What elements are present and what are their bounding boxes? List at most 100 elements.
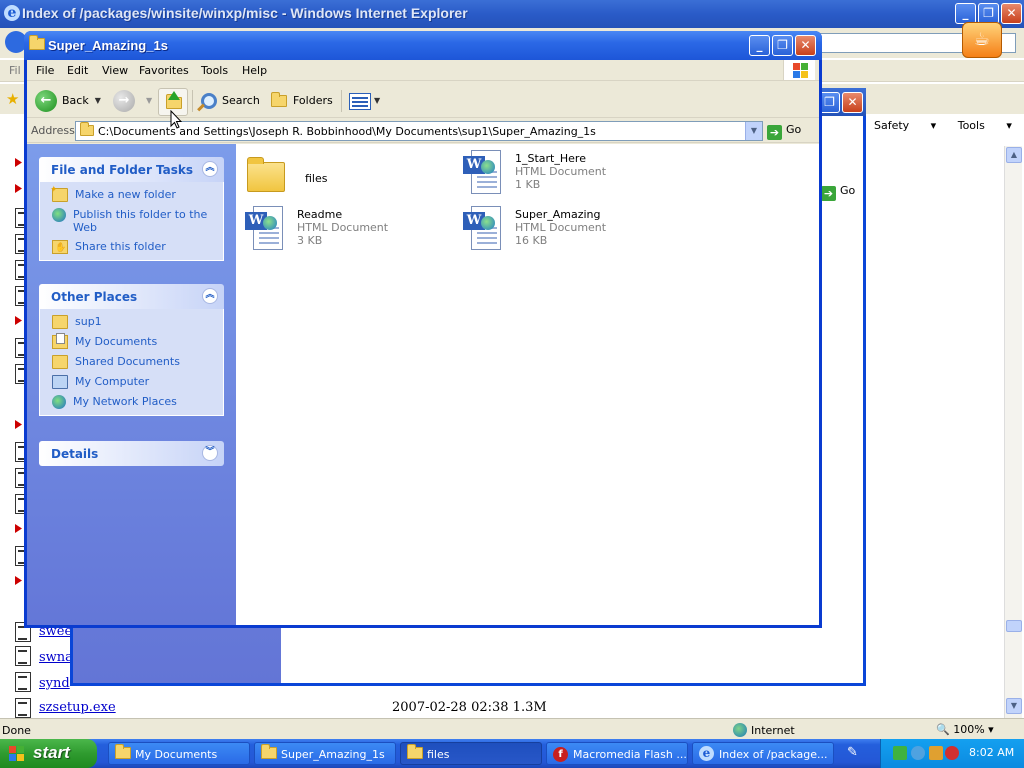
go-button[interactable]: ➔ Go <box>767 123 801 140</box>
place-my-network-places[interactable]: My Network Places <box>52 395 215 409</box>
start-button[interactable]: start <box>0 739 97 768</box>
back-button[interactable]: ← Back ▼ <box>35 89 101 113</box>
search-icon <box>201 93 217 109</box>
place-shared-documents[interactable]: Shared Documents <box>52 355 215 369</box>
ie-minimize-button[interactable]: _ <box>955 3 976 24</box>
file-folder-tasks-panel: File and Folder Tasks ︽ Make a new folde… <box>39 157 224 261</box>
collapse-icon[interactable]: ︽ <box>202 161 218 177</box>
toolbox-app-icon[interactable]: ☕ <box>962 22 1002 58</box>
minimize-button[interactable]: _ <box>749 35 770 56</box>
menu-tools[interactable]: Tools <box>201 64 228 77</box>
scroll-up-icon[interactable]: ▲ <box>1006 147 1022 163</box>
panel-body: Make a new folder Publish this folder to… <box>39 182 224 261</box>
favorites-star-icon[interactable]: ★ <box>6 90 19 108</box>
menu-view[interactable]: View <box>102 64 128 77</box>
panel-header[interactable]: File and Folder Tasks ︽ <box>39 157 224 182</box>
go-arrow-icon: ➔ <box>821 186 836 201</box>
tray-settings-icon[interactable] <box>929 746 943 760</box>
panel-header[interactable]: Other Places ︽ <box>39 284 224 309</box>
menu-file[interactable]: File <box>36 64 54 77</box>
taskbar-item-super-amazing[interactable]: Super_Amazing_1s <box>254 742 396 765</box>
views-icon <box>349 92 371 110</box>
folder-icon <box>29 35 45 50</box>
arrow-marker-icon <box>15 420 22 429</box>
file-item-folder[interactable]: files <box>247 156 407 206</box>
taskbar-item-macromedia-flash[interactable]: f Macromedia Flash ... <box>546 742 688 765</box>
panel-header[interactable]: Details ︾ <box>39 441 224 466</box>
place-my-documents[interactable]: My Documents <box>52 333 215 349</box>
task-make-new-folder[interactable]: Make a new folder <box>50 184 215 202</box>
task-publish-folder[interactable]: Publish this folder to the Web <box>52 208 215 234</box>
security-shield-icon[interactable] <box>945 746 959 760</box>
zoom-level[interactable]: 🔍 100% ▾ <box>936 723 994 736</box>
files-window-maximize-button[interactable]: ❐ <box>819 92 840 113</box>
search-button[interactable]: Search <box>201 89 260 113</box>
taskbar-item-my-documents[interactable]: My Documents <box>108 742 250 765</box>
file-item-document[interactable]: W Readme HTML Document 3 KB <box>245 206 425 256</box>
explorer-title-bar[interactable]: Super_Amazing_1s _ ❐ ✕ <box>24 31 822 60</box>
arrow-marker-icon <box>15 524 22 533</box>
file-icon <box>15 698 31 718</box>
arrow-marker-icon <box>15 158 22 167</box>
menu-edit[interactable]: Edit <box>67 64 88 77</box>
explorer-client-area: File Edit View Favorites Tools Help ← Bac… <box>27 60 819 625</box>
up-arrow-icon <box>168 91 180 100</box>
folders-button[interactable]: Folders <box>271 89 333 113</box>
html-document-icon: W <box>463 206 503 252</box>
ie-title-bar[interactable]: e Index of /packages/winsite/winxp/misc … <box>0 0 1024 28</box>
publish-web-icon <box>52 208 66 222</box>
internet-zone-icon <box>733 723 747 737</box>
arrow-marker-icon <box>15 576 22 585</box>
chevron-down-icon: ▼ <box>94 96 101 105</box>
tray-app-icon[interactable] <box>893 746 907 760</box>
file-link[interactable]: szsetup.exe <box>39 700 116 715</box>
file-item-document[interactable]: W Super_Amazing HTML Document 16 KB <box>463 206 643 256</box>
flash-icon: f <box>553 747 568 762</box>
taskbar-item-internet-explorer[interactable]: e Index of /package... <box>692 742 834 765</box>
folder-icon <box>115 744 131 759</box>
files-window-go-button[interactable]: ➔ Go <box>821 184 855 201</box>
place-sup1[interactable]: sup1 <box>52 315 215 329</box>
place-my-computer[interactable]: My Computer <box>52 375 215 389</box>
ie-close-button[interactable]: ✕ <box>1001 3 1022 24</box>
ie-command-bar: Safety ▾ Tools ▾ ? ▾ <box>874 119 1024 134</box>
menu-bar: File Edit View Favorites Tools Help <box>27 60 819 81</box>
folders-icon <box>271 92 287 107</box>
ie-safety-menu[interactable]: Safety ▾ <box>874 119 936 132</box>
collapse-icon[interactable]: ︽ <box>202 288 218 304</box>
arrow-marker-icon <box>15 316 22 325</box>
menu-help[interactable]: Help <box>242 64 267 77</box>
files-window-close-button[interactable]: ✕ <box>842 92 863 113</box>
chevron-down-icon: ▼ <box>146 96 153 105</box>
ie-vertical-scrollbar[interactable]: ▲ ▼ <box>1004 146 1022 718</box>
tray-network-icon[interactable] <box>911 746 925 760</box>
ie-window-title: Index of /packages/winsite/winxp/misc - … <box>22 5 468 21</box>
menu-favorites[interactable]: Favorites <box>139 64 189 77</box>
folder-icon <box>52 315 68 329</box>
chevron-down-icon[interactable]: ▼ <box>745 122 762 140</box>
ie-tools-menu[interactable]: Tools ▾ <box>958 119 1012 132</box>
forward-button[interactable]: → ▼ <box>113 89 152 113</box>
scroll-thumb[interactable] <box>1006 620 1022 632</box>
ie-logo-icon: e <box>699 746 714 761</box>
ie-maximize-button[interactable]: ❐ <box>978 3 999 24</box>
task-share-folder[interactable]: Share this folder <box>52 240 215 255</box>
views-button[interactable]: ▼ <box>349 89 380 113</box>
toolbar-separator <box>192 90 193 112</box>
file-meta: 2007-02-28 02:38 1.3M <box>392 700 547 715</box>
maximize-button[interactable]: ❐ <box>772 35 793 56</box>
taskbar-item-files[interactable]: files <box>400 742 542 765</box>
html-document-icon: W <box>463 150 503 196</box>
ie-logo-icon: e <box>4 5 20 21</box>
pen-tool-icon[interactable]: ✎ <box>847 745 863 761</box>
scroll-down-icon[interactable]: ▼ <box>1006 698 1022 714</box>
file-icon <box>15 672 31 692</box>
expand-icon[interactable]: ︾ <box>202 445 218 461</box>
file-link[interactable]: swna <box>39 650 73 665</box>
close-button[interactable]: ✕ <box>795 35 816 56</box>
system-tray: 8:02 AM <box>880 739 1024 768</box>
ie-menu-file[interactable]: Fil <box>9 64 21 77</box>
file-link[interactable]: synd <box>39 676 70 691</box>
toolbar-separator <box>341 90 342 112</box>
file-item-document[interactable]: W 1_Start_Here HTML Document 1 KB <box>463 150 643 200</box>
